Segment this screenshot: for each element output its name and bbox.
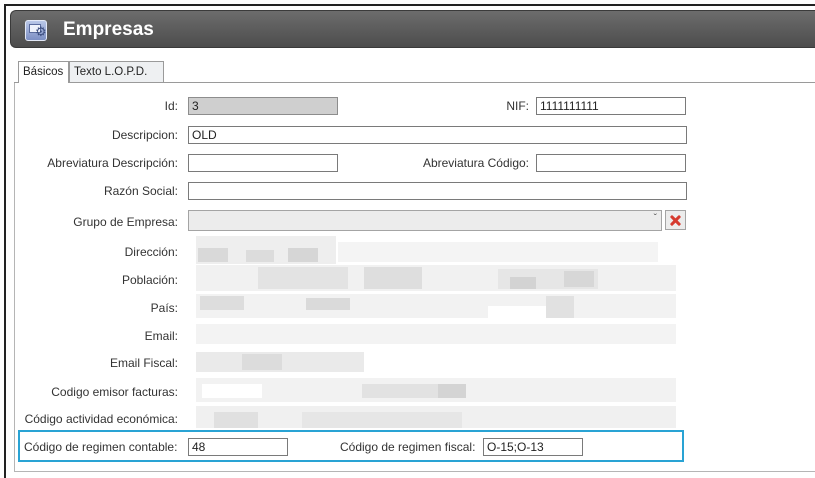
pais-field[interactable] (188, 292, 688, 320)
razon-social-field[interactable] (188, 182, 687, 200)
razon-social-label: Razón Social: (103, 184, 178, 198)
email-fiscal-label: Email Fiscal: (109, 356, 178, 370)
direccion-field[interactable] (188, 236, 688, 264)
id-label: Id: (164, 99, 178, 113)
descripcion-field[interactable]: OLD (188, 126, 687, 144)
window-title: Empresas (63, 19, 154, 40)
regimen-contable-label: Código de regimen contable: (24, 440, 178, 454)
abreviatura-codigo-label: Abreviatura Código: (422, 156, 529, 170)
codigo-emisor-field[interactable] (188, 376, 688, 404)
grupo-empresa-label: Grupo de Empresa: (73, 215, 178, 229)
email-fiscal-field[interactable] (188, 348, 688, 376)
regimen-contable-field[interactable]: 48 (188, 438, 288, 456)
grupo-empresa-select[interactable]: ˇ (188, 210, 662, 231)
nif-field[interactable]: 1111111111 (536, 97, 686, 115)
tab-texto-lopd[interactable]: Texto L.O.P.D. (69, 61, 164, 83)
regimen-fiscal-label: Código de regimen fiscal: (340, 440, 476, 454)
codigo-actividad-label: Código actividad económica: (24, 412, 178, 426)
poblacion-label: Población: (121, 273, 178, 287)
id-field: 3 (188, 97, 338, 115)
poblacion-field[interactable] (188, 263, 688, 293)
tab-basicos[interactable]: Básicos (18, 61, 69, 84)
title-bar: Empresas (10, 10, 815, 48)
chevron-down-icon[interactable]: ˇ (654, 212, 657, 226)
abreviatura-descripcion-field[interactable] (188, 154, 338, 172)
clear-grupo-button[interactable] (665, 210, 686, 230)
company-settings-icon (25, 20, 47, 41)
pais-label: País: (150, 301, 178, 315)
descripcion-label: Descripcion: (111, 128, 178, 142)
nif-label: NIF: (506, 99, 529, 113)
email-label: Email: (144, 329, 178, 343)
direccion-label: Dirección: (124, 245, 178, 259)
codigo-emisor-label: Codigo emisor facturas: (51, 385, 178, 399)
tab-strip: Básicos Texto L.O.P.D. (14, 61, 815, 84)
abreviatura-codigo-field[interactable] (536, 154, 686, 172)
regimen-fiscal-field[interactable]: O-15;O-13 (483, 438, 583, 456)
abreviatura-descripcion-label: Abreviatura Descripción: (47, 156, 178, 170)
codigo-actividad-field[interactable] (188, 404, 688, 430)
email-field[interactable] (188, 320, 688, 348)
